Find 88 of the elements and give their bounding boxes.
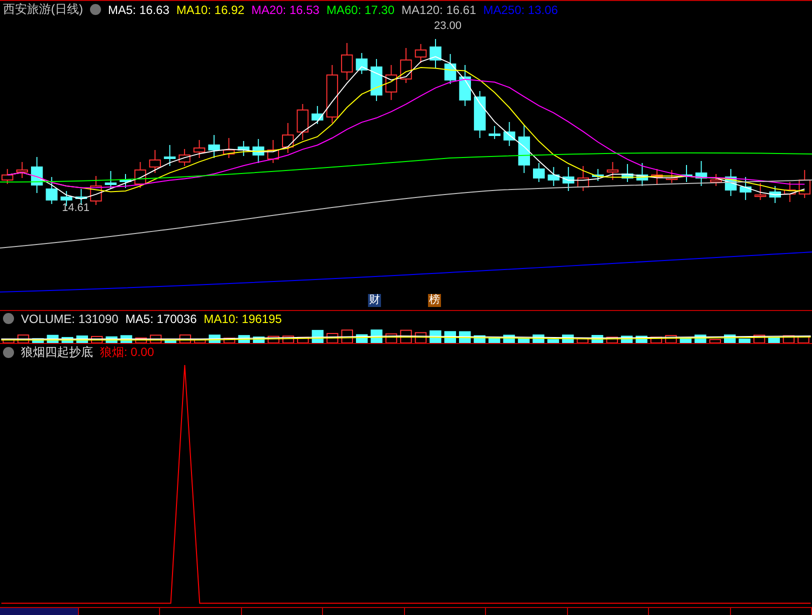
volume-label: VOLUME: 131090 bbox=[21, 312, 118, 326]
candlestick bbox=[503, 122, 516, 146]
candlestick bbox=[430, 38, 442, 68]
candlestick bbox=[370, 58, 382, 102]
volume-bar bbox=[518, 338, 530, 343]
candlestick bbox=[592, 168, 604, 182]
candlestick bbox=[474, 90, 486, 138]
candlestick bbox=[252, 138, 264, 164]
candlestick bbox=[208, 134, 220, 158]
volume-bar bbox=[164, 338, 176, 343]
candlestick bbox=[488, 126, 500, 140]
event-badge[interactable]: 财 bbox=[368, 294, 381, 307]
candlestick bbox=[651, 168, 663, 186]
candlestick bbox=[710, 174, 722, 186]
volume-bar bbox=[32, 338, 44, 343]
candlestick bbox=[769, 186, 781, 204]
volume-bar bbox=[576, 338, 588, 343]
price-marker-label: 14.61 bbox=[62, 202, 90, 214]
candlestick bbox=[31, 156, 43, 194]
ma-legend-label: MA120: 16.61 bbox=[402, 2, 476, 16]
volume-bar bbox=[606, 336, 618, 343]
candlestick bbox=[577, 166, 590, 192]
candlestick bbox=[606, 162, 619, 180]
indicator-name: 狼烟四起抄底 bbox=[21, 345, 93, 360]
volume-bar bbox=[488, 337, 500, 343]
candlestick bbox=[120, 174, 132, 188]
volume-bar bbox=[62, 336, 74, 343]
candlestick bbox=[326, 64, 338, 124]
candlestick bbox=[90, 176, 102, 206]
volume-bar bbox=[650, 336, 662, 343]
candlestick bbox=[238, 140, 250, 156]
candlestick bbox=[784, 182, 796, 202]
candlestick bbox=[164, 144, 176, 166]
candlestick bbox=[518, 124, 530, 174]
ma-legend-label: MA10: 16.92 bbox=[176, 2, 244, 16]
candlestick bbox=[666, 170, 678, 184]
candlestick bbox=[724, 168, 737, 196]
candlestick bbox=[400, 48, 412, 84]
candlestick bbox=[312, 106, 324, 124]
event-badge[interactable]: 榜 bbox=[428, 294, 441, 307]
volume-ma-label: MA10: 196195 bbox=[204, 312, 282, 326]
candlestick bbox=[222, 138, 235, 158]
volume-bar bbox=[768, 337, 780, 343]
candlestick bbox=[548, 166, 560, 186]
ma-legend-label: MA5: 16.63 bbox=[108, 2, 170, 16]
volume-bar bbox=[547, 339, 560, 343]
candlestick bbox=[149, 150, 161, 174]
candlestick bbox=[444, 54, 456, 84]
volume-bar bbox=[738, 338, 750, 343]
ma-legend-label: MA60: 17.30 bbox=[326, 2, 395, 16]
candlestick bbox=[622, 164, 634, 182]
candlestick bbox=[459, 64, 471, 106]
volume-bar bbox=[709, 339, 721, 343]
dropdown-icon[interactable] bbox=[90, 4, 101, 15]
volume-bar bbox=[2, 339, 14, 343]
candlestick bbox=[296, 104, 309, 140]
candlestick bbox=[533, 162, 545, 182]
candlestick bbox=[754, 182, 766, 200]
volume-bar bbox=[297, 336, 309, 343]
dropdown-icon[interactable] bbox=[3, 313, 14, 324]
candlestick bbox=[562, 166, 574, 192]
ma-legend-label: MA250: 13.06 bbox=[483, 2, 558, 16]
candlestick bbox=[385, 64, 398, 100]
volume-ma-label: MA5: 170036 bbox=[125, 312, 197, 326]
price-marker-label: 23.00 bbox=[434, 20, 462, 32]
candlestick bbox=[267, 140, 279, 164]
candlestick bbox=[636, 162, 648, 186]
candlestick bbox=[16, 162, 28, 178]
candlestick bbox=[193, 140, 206, 158]
ma-legend-label: MA20: 16.53 bbox=[251, 2, 320, 16]
candlestick bbox=[695, 160, 708, 186]
volume-bar bbox=[135, 337, 147, 343]
chart-title: 西安旅游(日线) bbox=[3, 1, 83, 18]
candlestick bbox=[356, 52, 368, 74]
indicator-value-label: 狼烟: 0.00 bbox=[100, 345, 154, 360]
volume-bar bbox=[680, 338, 692, 343]
volume-bar bbox=[224, 338, 236, 343]
volume-bar bbox=[194, 338, 206, 343]
candlestick bbox=[134, 162, 146, 188]
candlestick bbox=[680, 164, 692, 182]
dropdown-icon[interactable] bbox=[3, 346, 14, 358]
candlestick bbox=[740, 176, 752, 200]
candlestick bbox=[414, 44, 427, 64]
candlestick bbox=[341, 42, 353, 80]
candlestick bbox=[282, 122, 294, 154]
candlestick bbox=[46, 176, 58, 204]
candlestick bbox=[104, 170, 117, 190]
candlestick bbox=[178, 148, 190, 166]
